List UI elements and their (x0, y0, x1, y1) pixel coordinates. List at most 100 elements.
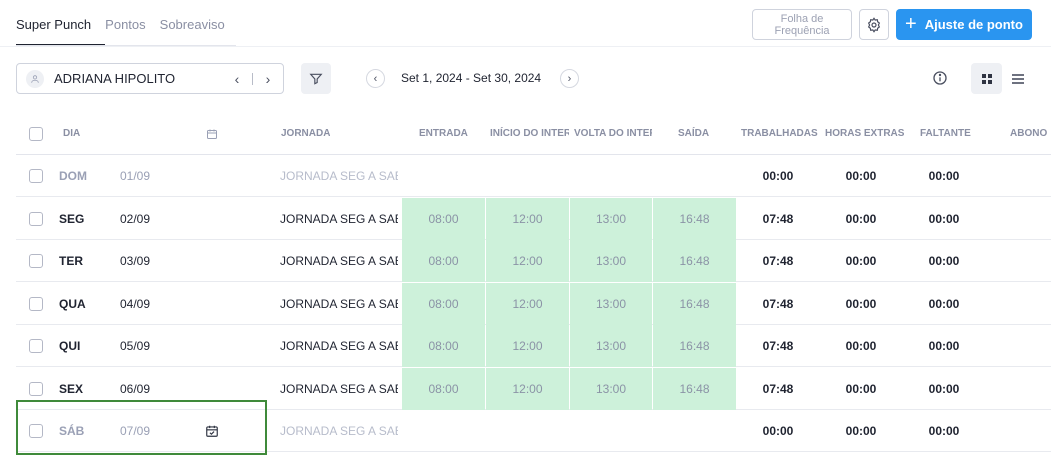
faltante-cell: 00:00 (928, 169, 960, 183)
top-tabs: Super Punch Pontos Sobreaviso (16, 0, 239, 46)
tab-sobreaviso[interactable]: Sobreaviso (160, 0, 225, 46)
list-view-button[interactable] (1002, 63, 1033, 94)
day-label: SÁB (59, 424, 85, 438)
entrada-cell[interactable]: 08:00 (402, 240, 485, 282)
jornada-cell: JORNADA SEG A SAB (280, 296, 398, 311)
ajuste-de-ponto-button[interactable]: + Ajuste de ponto (896, 9, 1032, 40)
saida-cell[interactable]: 16:48 (653, 282, 736, 325)
row-checkbox[interactable] (29, 296, 43, 311)
employee-prev-icon[interactable]: ‹ (228, 71, 246, 87)
list-icon (1011, 73, 1024, 84)
saida-cell[interactable]: 16:48 (653, 240, 736, 282)
date-label: 04/09 (120, 296, 151, 311)
volta-intervalo-cell[interactable]: 13:00 (570, 367, 652, 410)
employee-select[interactable]: ADRIANA HIPOLITO ‹ › (16, 63, 284, 94)
folha-label-line2: Frequência (774, 25, 830, 37)
ajuste-label: Ajuste de ponto (924, 17, 1023, 32)
table-row[interactable]: DOM 01/09 JORNADA SEG A SAB 00:00 00:00 00:00 (16, 155, 1051, 197)
entrada-cell[interactable] (402, 155, 485, 197)
col-entrada: ENTRADA (419, 128, 468, 139)
inicio-intervalo-cell[interactable] (486, 410, 569, 452)
filter-icon (309, 73, 323, 85)
gear-icon (867, 16, 881, 33)
saida-cell[interactable]: 16:48 (653, 197, 736, 240)
horas-extras-cell: 00:00 (845, 339, 877, 353)
row-checkbox[interactable] (29, 254, 43, 268)
employee-name: ADRIANA HIPOLITO (54, 71, 176, 86)
inicio-intervalo-cell[interactable] (486, 155, 569, 197)
table-row[interactable]: SEG 02/09 JORNADA SEG A SAB 08:00 12:00 13:00… (16, 197, 1051, 240)
folha-frequencia-button[interactable]: Folha de Frequência (752, 9, 852, 40)
view-toggle (971, 63, 1033, 94)
calendar-icon[interactable] (206, 128, 218, 140)
row-checkbox[interactable] (29, 169, 43, 183)
info-icon[interactable] (932, 70, 948, 86)
col-saida: SAÍDA (678, 128, 710, 139)
table-row[interactable]: QUA 04/09 JORNADA SEG A SAB 08:00 12:00 13:00… (16, 282, 1051, 325)
table-row[interactable]: SÁB 07/09 JORNADA SEG A SAB 00:00 00:00 00:00 (16, 410, 1051, 452)
col-jornada: JORNADA (281, 128, 331, 139)
date-label: 01/09 (120, 169, 151, 183)
volta-intervalo-cell[interactable] (570, 410, 652, 452)
row-checkbox[interactable] (29, 339, 43, 353)
volta-intervalo-cell[interactable]: 13:00 (570, 282, 652, 325)
next-period-button[interactable]: › (560, 69, 579, 88)
saida-cell[interactable] (653, 155, 736, 197)
col-dia: DIA (63, 128, 81, 139)
inicio-intervalo-cell[interactable]: 12:00 (486, 197, 569, 240)
volta-intervalo-cell[interactable] (570, 155, 652, 197)
table-row[interactable]: QUI 05/09 JORNADA SEG A SAB 08:00 12:00 13:00… (16, 325, 1051, 367)
grid-view-button[interactable] (971, 63, 1002, 94)
row-checkbox[interactable] (29, 211, 43, 226)
volta-intervalo-cell[interactable]: 13:00 (570, 325, 652, 367)
inicio-intervalo-cell[interactable]: 12:00 (486, 325, 569, 367)
table-row[interactable]: SEX 06/09 JORNADA SEG A SAB 08:00 12:00 13:00… (16, 367, 1051, 410)
col-abono: ABONO (1010, 128, 1048, 139)
settings-button[interactable] (859, 9, 889, 40)
row-checkbox[interactable] (29, 424, 43, 438)
trabalhadas-cell: 07:48 (762, 254, 794, 268)
calendar-check-icon[interactable] (205, 424, 219, 438)
entrada-cell[interactable]: 08:00 (402, 325, 485, 367)
table-row[interactable]: TER 03/09 JORNADA SEG A SAB 08:00 12:00 13:00… (16, 240, 1051, 282)
col-trabalhadas: TRABALHADAS (741, 128, 818, 139)
nav-separator (252, 72, 253, 85)
filter-button[interactable] (301, 63, 331, 94)
horas-extras-cell: 00:00 (845, 381, 877, 396)
faltante-cell: 00:00 (928, 424, 960, 438)
saida-cell[interactable]: 16:48 (653, 325, 736, 367)
tab-pontos[interactable]: Pontos (105, 0, 145, 46)
day-label: DOM (59, 169, 87, 183)
col-volta-intervalo: VOLTA DO INTERVALO (574, 128, 652, 139)
entrada-cell[interactable]: 08:00 (402, 367, 485, 410)
jornada-cell: JORNADA SEG A SAB (280, 211, 398, 226)
select-all-checkbox[interactable] (29, 127, 43, 141)
trabalhadas-cell: 00:00 (762, 424, 794, 438)
inicio-intervalo-cell[interactable]: 12:00 (486, 282, 569, 325)
saida-cell[interactable] (653, 410, 736, 452)
day-label: SEX (59, 381, 84, 396)
entrada-cell[interactable]: 08:00 (402, 282, 485, 325)
jornada-cell: JORNADA SEG A SAB (280, 339, 398, 353)
horas-extras-cell: 00:00 (845, 254, 877, 268)
volta-intervalo-cell[interactable]: 13:00 (570, 240, 652, 282)
row-checkbox[interactable] (29, 381, 43, 396)
faltante-cell: 00:00 (928, 339, 960, 353)
tab-super-punch[interactable]: Super Punch (16, 0, 106, 46)
saida-cell[interactable]: 16:48 (653, 367, 736, 410)
volta-intervalo-cell[interactable]: 13:00 (570, 197, 652, 240)
top-divider (0, 46, 1051, 47)
prev-period-button[interactable]: ‹ (366, 69, 385, 88)
employee-next-icon[interactable]: › (259, 71, 277, 87)
date-label: 07/09 (120, 424, 151, 438)
faltante-cell: 00:00 (928, 381, 960, 396)
jornada-cell: JORNADA SEG A SAB (280, 381, 398, 396)
horas-extras-cell: 00:00 (845, 169, 877, 183)
entrada-cell[interactable] (402, 410, 485, 452)
inicio-intervalo-cell[interactable]: 12:00 (486, 240, 569, 282)
user-icon (26, 69, 44, 88)
entrada-cell[interactable]: 08:00 (402, 197, 485, 240)
horas-extras-cell: 00:00 (845, 424, 877, 438)
inicio-intervalo-cell[interactable]: 12:00 (486, 367, 569, 410)
faltante-cell: 00:00 (928, 211, 960, 226)
